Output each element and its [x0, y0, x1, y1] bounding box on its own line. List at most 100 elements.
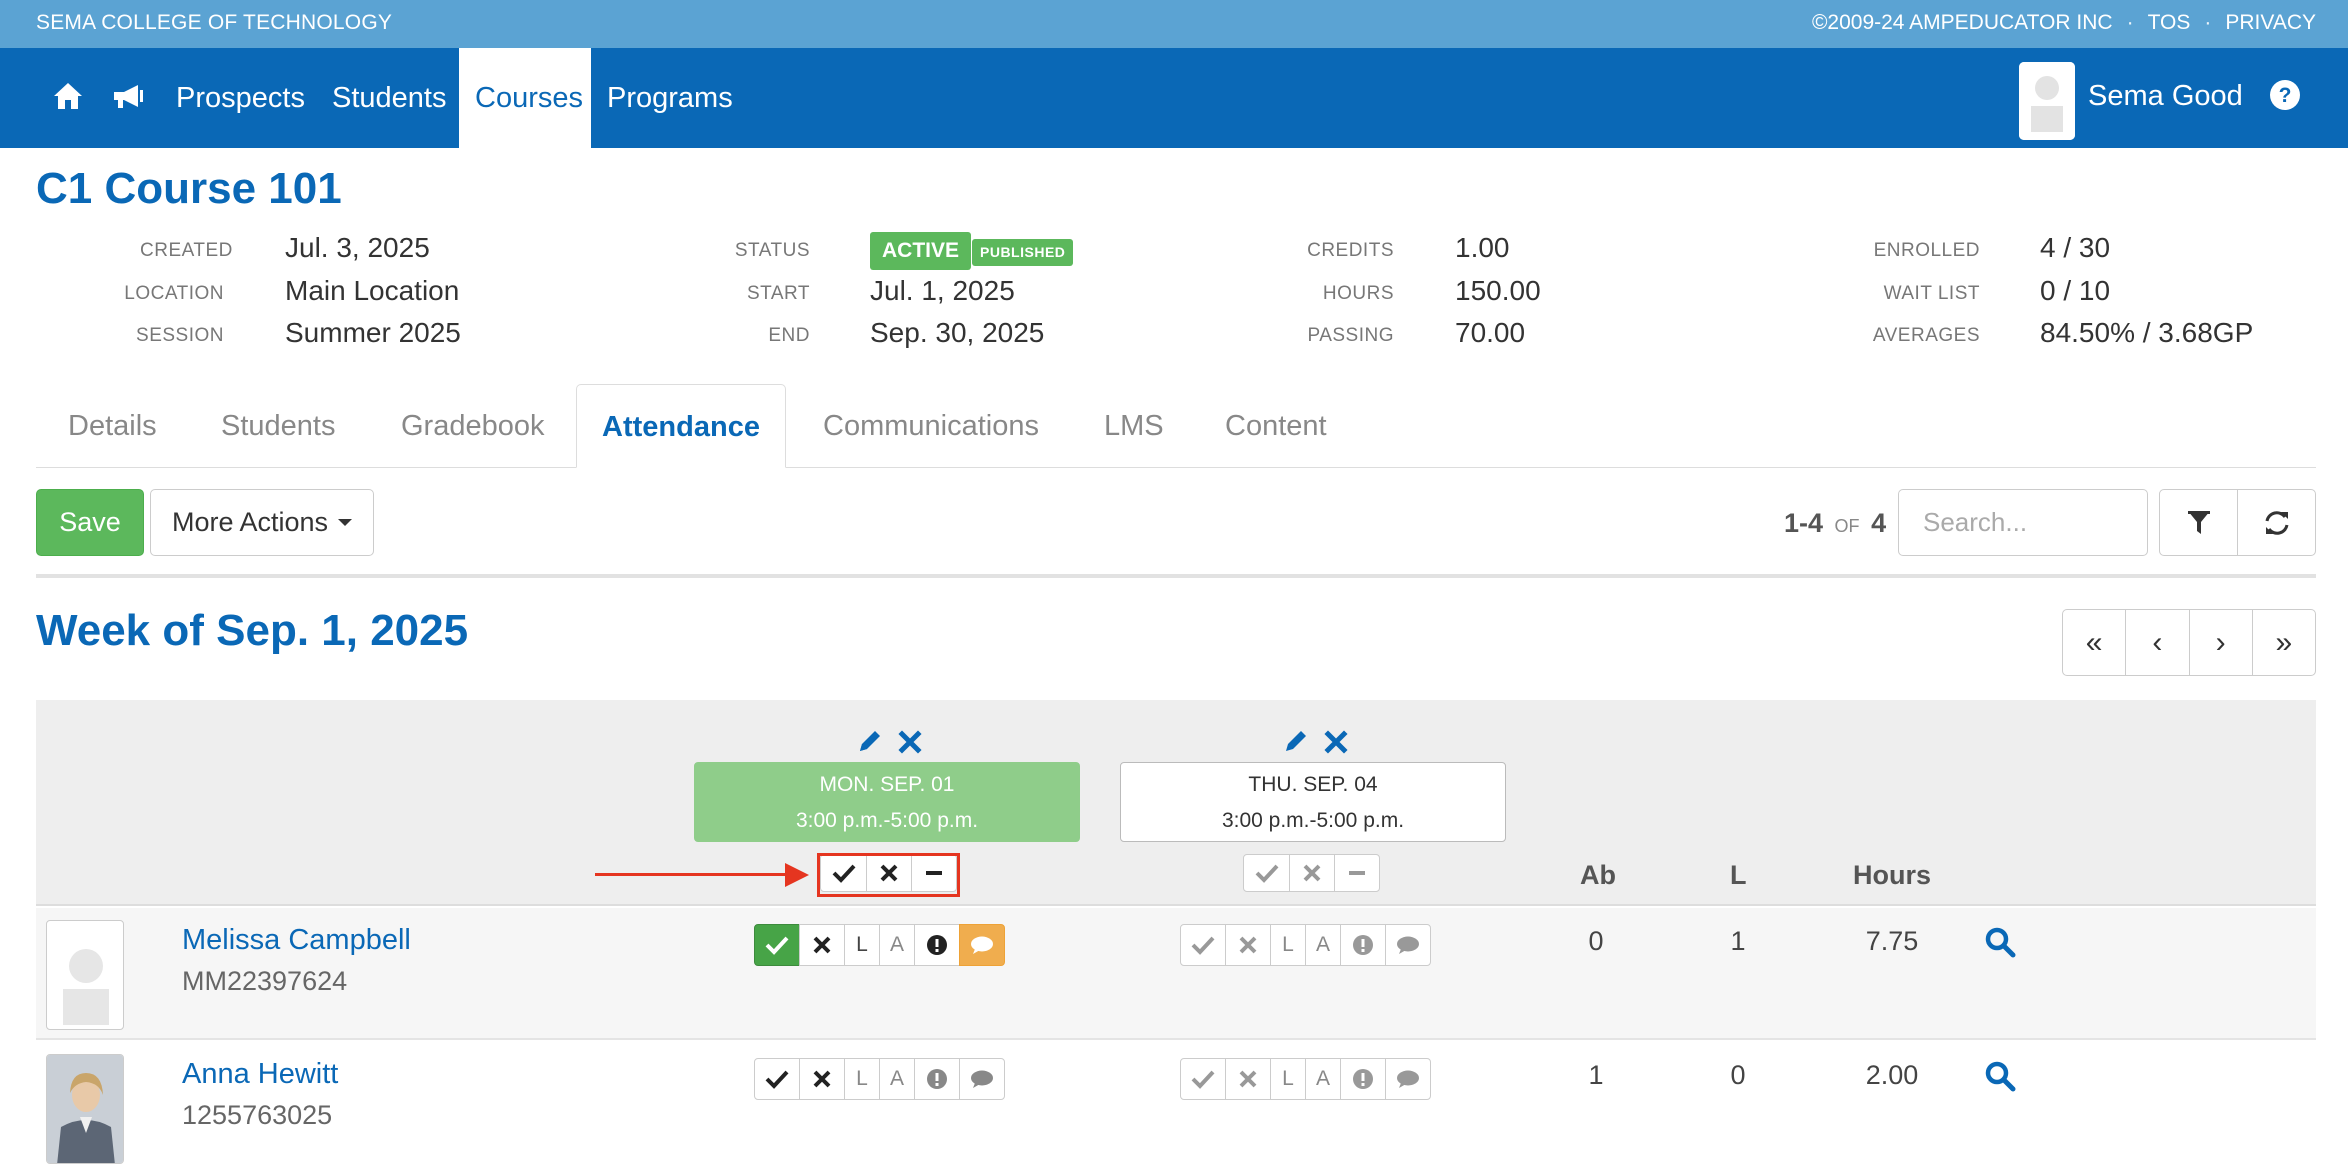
check-icon [1255, 864, 1278, 883]
next-week-button[interactable]: › [2188, 610, 2252, 675]
enrolled-label: ENROLLED [1873, 240, 1980, 261]
absent-button[interactable] [799, 1058, 845, 1100]
minus-icon [1349, 871, 1365, 875]
nav-programs[interactable]: Programs [591, 48, 749, 148]
excused-absence-button[interactable]: A [879, 924, 915, 966]
session-header-thu[interactable]: THU. SEP. 04 3:00 p.m.-5:00 p.m. [1120, 762, 1506, 842]
session-day: THU. SEP. 04 [1248, 773, 1378, 796]
pagination-of: OF [1834, 516, 1860, 536]
location-label: LOCATION [124, 283, 224, 304]
session-header-mon[interactable]: MON. SEP. 01 3:00 p.m.-5:00 p.m. [694, 762, 1080, 842]
nav-prospects[interactable]: Prospects [160, 48, 321, 148]
exclamation-button[interactable] [914, 924, 960, 966]
pencil-icon[interactable] [1282, 727, 1310, 755]
session-label: SESSION [136, 325, 224, 346]
late-button[interactable]: L [1270, 924, 1306, 966]
tab-students[interactable]: Students [189, 384, 367, 468]
comment-icon [1397, 936, 1419, 954]
megaphone-icon[interactable] [108, 76, 148, 116]
published-badge: PUBLISHED [972, 239, 1074, 266]
excused-absence-button[interactable]: A [1305, 1058, 1341, 1100]
present-button[interactable] [1180, 924, 1226, 966]
late-button[interactable]: L [844, 924, 880, 966]
bulk-mark-group-thu [1243, 854, 1380, 892]
user-name[interactable]: Sema Good [2088, 80, 2243, 113]
column-late-header: L [1730, 860, 1747, 890]
comment-button[interactable] [959, 924, 1005, 966]
averages-value: 84.50% / 3.68GP [2040, 317, 2254, 348]
absent-button[interactable] [1225, 924, 1271, 966]
student-name-link[interactable]: Anna Hewitt [182, 1058, 338, 1091]
student-name-link[interactable]: Melissa Campbell [182, 924, 411, 957]
hours-total: 7.75 [1865, 926, 1919, 956]
excused-absence-button[interactable]: A [879, 1058, 915, 1100]
comment-button[interactable] [959, 1058, 1005, 1100]
legal-links: ©2009-24 AMPEDUCATOR INC · TOS · PRIVACY [1812, 11, 2316, 35]
more-actions-label: More Actions [171, 507, 329, 537]
search-icon[interactable] [1984, 1060, 2018, 1094]
exclamation-button[interactable] [914, 1058, 960, 1100]
main-navbar: Prospects Students Courses Programs Sema… [0, 48, 2348, 148]
start-value: Jul. 1, 2025 [870, 275, 1015, 306]
tab-details[interactable]: Details [36, 384, 189, 468]
times-icon [813, 936, 831, 954]
column-hours-header: Hours [1853, 860, 1932, 890]
home-icon[interactable] [48, 76, 88, 116]
close-icon[interactable] [898, 727, 922, 755]
absent-button[interactable] [799, 924, 845, 966]
user-avatar[interactable] [2019, 62, 2075, 140]
times-icon [813, 1070, 831, 1088]
search-icon[interactable] [1984, 926, 2018, 960]
late-button[interactable]: L [844, 1058, 880, 1100]
top-strip: SEMA COLLEGE OF TECHNOLOGY ©2009-24 AMPE… [0, 0, 2348, 48]
location-value: Main Location [285, 275, 460, 306]
present-button[interactable] [754, 924, 800, 966]
exclamation-circle-icon [1353, 935, 1373, 955]
present-button[interactable] [1180, 1058, 1226, 1100]
tab-attendance[interactable]: Attendance [576, 384, 786, 468]
tab-gradebook[interactable]: Gradebook [369, 384, 577, 468]
comment-button[interactable] [1385, 1058, 1431, 1100]
student-photo [46, 1054, 124, 1164]
pagination-total: 4 [1871, 508, 1887, 538]
tos-link[interactable]: TOS [2148, 11, 2191, 35]
clear-all-button[interactable] [1334, 855, 1379, 891]
tab-communications[interactable]: Communications [791, 384, 1071, 468]
first-week-button[interactable]: « [2063, 610, 2125, 675]
absent-button[interactable] [1225, 1058, 1271, 1100]
privacy-link[interactable]: PRIVACY [2225, 11, 2316, 35]
search-input[interactable] [1898, 489, 2148, 556]
save-button[interactable]: Save [36, 489, 144, 556]
previous-week-button[interactable]: ‹ [2125, 610, 2188, 675]
question-circle-icon[interactable]: ? [2268, 78, 2302, 112]
hours-label: HOURS [1322, 283, 1394, 304]
mark-all-present-button[interactable] [1244, 855, 1289, 891]
filter-button[interactable] [2160, 490, 2237, 555]
week-title: Week of Sep. 1, 2025 [36, 606, 469, 655]
times-icon [1303, 864, 1321, 882]
refresh-button[interactable] [2237, 490, 2315, 555]
exclamation-button[interactable] [1340, 1058, 1386, 1100]
present-button[interactable] [754, 1058, 800, 1100]
more-actions-dropdown[interactable]: More Actions [150, 489, 374, 556]
mark-all-absent-button[interactable] [1289, 855, 1334, 891]
nav-students[interactable]: Students [316, 48, 462, 148]
pencil-icon[interactable] [856, 727, 884, 755]
excused-absence-button[interactable]: A [1305, 924, 1341, 966]
tab-lms[interactable]: LMS [1072, 384, 1196, 468]
pagination-range: 1-4 [1784, 508, 1824, 538]
late-count: 0 [1730, 1060, 1746, 1090]
column-absent-header: Ab [1580, 860, 1616, 890]
annotation-arrow [595, 873, 791, 876]
last-week-button[interactable]: » [2251, 610, 2315, 675]
comment-button[interactable] [1385, 924, 1431, 966]
close-icon[interactable] [1324, 727, 1348, 755]
annotation-highlight [817, 853, 960, 897]
exclamation-button[interactable] [1340, 924, 1386, 966]
tab-content[interactable]: Content [1193, 384, 1359, 468]
status-badge: ACTIVE [870, 232, 972, 270]
pagination-summary: 1-4 OF 4 [1784, 508, 1886, 539]
late-button[interactable]: L [1270, 1058, 1306, 1100]
created-label: CREATED [140, 240, 233, 261]
nav-courses[interactable]: Courses [459, 48, 591, 148]
